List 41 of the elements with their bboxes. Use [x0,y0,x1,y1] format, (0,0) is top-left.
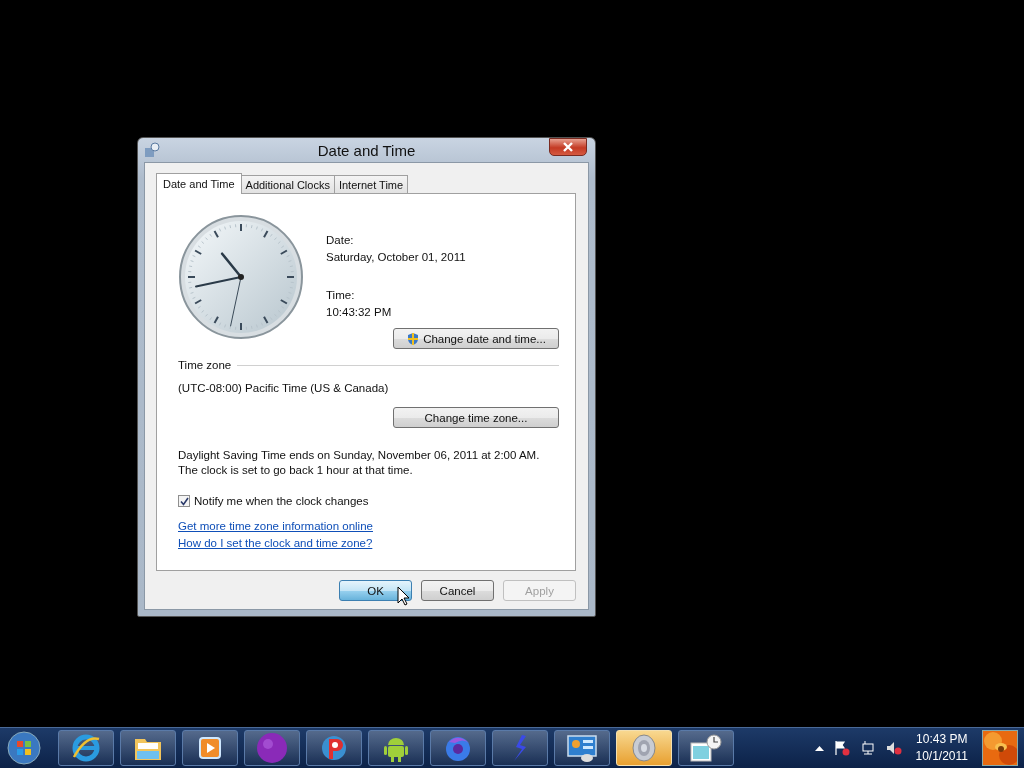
tab[interactable]: Internet Time [333,175,409,193]
network-icon[interactable] [859,740,876,756]
taskbar-button[interactable] [554,730,610,766]
taskbar-button[interactable] [678,730,734,766]
notify-checkbox[interactable] [178,495,190,507]
date-value: Saturday, October 01, 2011 [326,250,466,265]
browser-icon [71,733,101,763]
ball-icon [255,731,289,765]
cursor-icon [397,586,410,606]
app-icon [144,142,160,158]
tab[interactable]: Additional Clocks [240,175,335,193]
close-icon [562,142,574,152]
help-link[interactable]: How do I set the clock and time zone? [178,537,373,549]
time-label: Time: [326,288,356,303]
taskbar-button[interactable] [368,730,424,766]
dialog-button[interactable]: Cancel [421,580,494,601]
window-title: Date and Time [316,141,417,159]
checkbox-label: Notify me when the clock changes [194,495,369,507]
speaker-icon [629,733,659,763]
tab[interactable]: Date and Time [156,173,242,194]
change-date-button[interactable]: Change date and time... [393,328,559,349]
play-icon [197,735,223,761]
dst-notice: Daylight Saving Time ends on Sunday, November 06, 2011 at 2:00 AM. The clock is set to go back 1 hour at that time. [178,448,541,478]
section-heading: Time zone [178,359,232,371]
show-hidden-icons-button[interactable] [814,745,824,751]
flag-icon[interactable] [833,740,850,756]
help-link[interactable]: Get more time zone information online [178,520,373,532]
taskbar-button[interactable] [58,730,114,766]
close-button[interactable] [549,138,587,156]
volume-muted-icon[interactable] [885,740,902,756]
shield-icon [406,331,421,346]
taskbar-button[interactable] [182,730,238,766]
tray-clock[interactable]: 10:43 PM 10/1/2011 [915,731,968,765]
time-value: 10:43:32 PM [326,305,393,320]
taskbar-button[interactable] [120,730,176,766]
time-zone-value: (UTC-08:00) Pacific Time (US & Canada) [178,382,390,394]
control-panel-icon [565,733,599,763]
start-button[interactable] [4,729,44,767]
date-label: Date: [326,233,355,248]
calendar-clock-icon [688,733,724,763]
change-time-zone-button[interactable]: Change time zone... [393,407,559,428]
